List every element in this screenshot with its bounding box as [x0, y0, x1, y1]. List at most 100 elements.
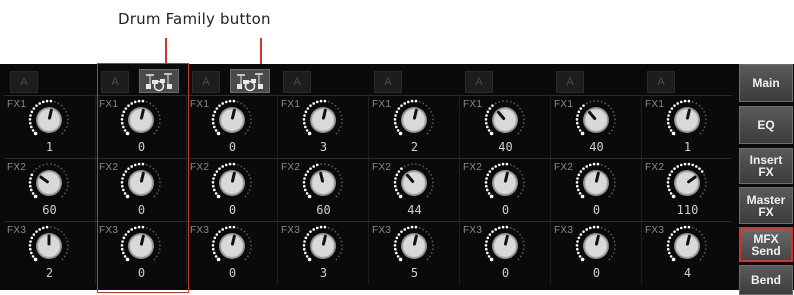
channel-a-button[interactable]: A	[10, 71, 38, 93]
sidebar-button-insert-fx[interactable]: Insert FX	[739, 148, 793, 184]
knob-min-marker	[307, 257, 312, 262]
channel-column: A FX1 1 FX2 110 FX3 4	[641, 66, 732, 290]
knob-tick	[604, 165, 607, 168]
knob-tick	[403, 102, 406, 105]
knob-tick	[610, 233, 613, 236]
fx-send-knob[interactable]	[662, 98, 712, 142]
knob-tick	[60, 230, 63, 233]
knob-tick	[395, 251, 398, 255]
knob-tick	[243, 104, 246, 107]
fx-send-knob[interactable]	[662, 161, 712, 205]
sidebar-button-label: Master FX	[746, 192, 786, 219]
knob-tick	[38, 228, 41, 231]
channel-a-button[interactable]: A	[465, 71, 493, 93]
knob-tick	[66, 240, 69, 243]
fx-send-knob[interactable]	[480, 161, 530, 205]
knob-tick	[215, 107, 219, 110]
fx-send-knob[interactable]	[662, 224, 712, 268]
knob-tick	[705, 118, 707, 121]
knob-tick	[31, 192, 35, 195]
knob-tick	[303, 177, 306, 180]
channel-a-button[interactable]: A	[192, 71, 220, 93]
knob-tick	[498, 100, 501, 103]
sidebar-button-bend[interactable]: Bend	[739, 265, 793, 295]
knob-tick	[698, 104, 701, 107]
knob-tick	[250, 181, 252, 184]
channel-column: A FX1 0 FX2 0 FX3 0	[186, 66, 277, 290]
fx-send-knob[interactable]	[571, 161, 621, 205]
knob-face	[220, 234, 244, 258]
channel-a-button[interactable]: A	[647, 71, 675, 93]
knob-tick	[521, 110, 524, 113]
fx-send-knob[interactable]	[389, 98, 439, 142]
fx-send-knob[interactable]	[24, 224, 74, 268]
knob-tick	[403, 228, 406, 231]
channel-a-button[interactable]: A	[283, 71, 311, 93]
sidebar-button-master-fx[interactable]: Master FX	[739, 187, 793, 224]
channel-a-button[interactable]: A	[556, 71, 584, 93]
fx-send-knob[interactable]	[389, 161, 439, 205]
fx-send-knob[interactable]	[207, 98, 257, 142]
knob-tick	[687, 162, 691, 166]
knob-tick	[41, 226, 45, 230]
sidebar-button-eq[interactable]: EQ	[739, 106, 793, 144]
knob-tick	[430, 189, 433, 191]
knob-min-marker	[580, 194, 585, 199]
knob-tick	[428, 255, 431, 258]
fx-send-knob[interactable]	[480, 98, 530, 142]
channel-column: A FX1 2 FX2 44 FX3 5	[368, 66, 459, 290]
sidebar-button-mfx-send[interactable]: MFX Send	[739, 227, 793, 262]
knob-tick	[691, 100, 694, 103]
knob-tick	[612, 173, 615, 176]
fx-send-knob[interactable]	[298, 98, 348, 142]
knob-tick	[577, 173, 581, 177]
knob-face	[675, 108, 699, 132]
knob-tick	[491, 104, 494, 107]
knob-tick	[67, 118, 69, 121]
channel-a-button[interactable]: A	[374, 71, 402, 93]
knob-tick	[516, 104, 519, 107]
knob-tick	[312, 228, 315, 231]
fx-send-knob[interactable]	[571, 224, 621, 268]
fx-send-knob[interactable]	[24, 98, 74, 142]
knob-tick	[428, 107, 431, 110]
knob-tick	[29, 240, 32, 243]
knob-tick	[302, 121, 306, 125]
knob-tick	[240, 102, 243, 105]
channel-column: A FX1 3 FX2 60 FX3 3	[277, 66, 368, 290]
knob-tick	[577, 236, 581, 240]
knob-tick	[337, 170, 340, 173]
fx-send-cell: FX2 110	[641, 158, 732, 221]
knob-tick	[491, 230, 494, 233]
fx-send-knob[interactable]	[480, 224, 530, 268]
knob-tick	[428, 192, 431, 195]
knob-tick	[312, 102, 315, 105]
fx-send-knob[interactable]	[207, 161, 257, 205]
knob-tick	[395, 125, 398, 129]
sidebar-button-main[interactable]: Main	[739, 64, 793, 102]
knob-tick	[30, 188, 33, 192]
knob-tick	[600, 226, 603, 229]
fx-send-cell: FX3 4	[641, 221, 732, 284]
fx-send-knob[interactable]	[389, 224, 439, 268]
knob-tick	[701, 107, 704, 110]
drum-family-button[interactable]	[230, 69, 270, 93]
fx-send-knob[interactable]	[571, 98, 621, 142]
knob-tick	[213, 110, 217, 114]
fx-send-knob[interactable]	[24, 161, 74, 205]
knob-tick	[687, 225, 691, 229]
fx-send-knob[interactable]	[207, 224, 257, 268]
channel-header: A	[368, 66, 459, 94]
knob-min-marker	[307, 131, 312, 136]
knob-tick	[612, 189, 615, 191]
knob-tick	[703, 236, 706, 239]
fx-send-knob[interactable]	[298, 161, 348, 205]
knob-tick	[323, 99, 327, 103]
fx-send-cell: FX1 3	[277, 95, 368, 158]
knob-tick	[517, 132, 520, 135]
knob-min-marker	[489, 257, 494, 262]
knob-min-marker	[216, 194, 221, 199]
fx-send-knob[interactable]	[298, 224, 348, 268]
knob-face	[220, 171, 244, 195]
knob-face	[37, 171, 61, 195]
